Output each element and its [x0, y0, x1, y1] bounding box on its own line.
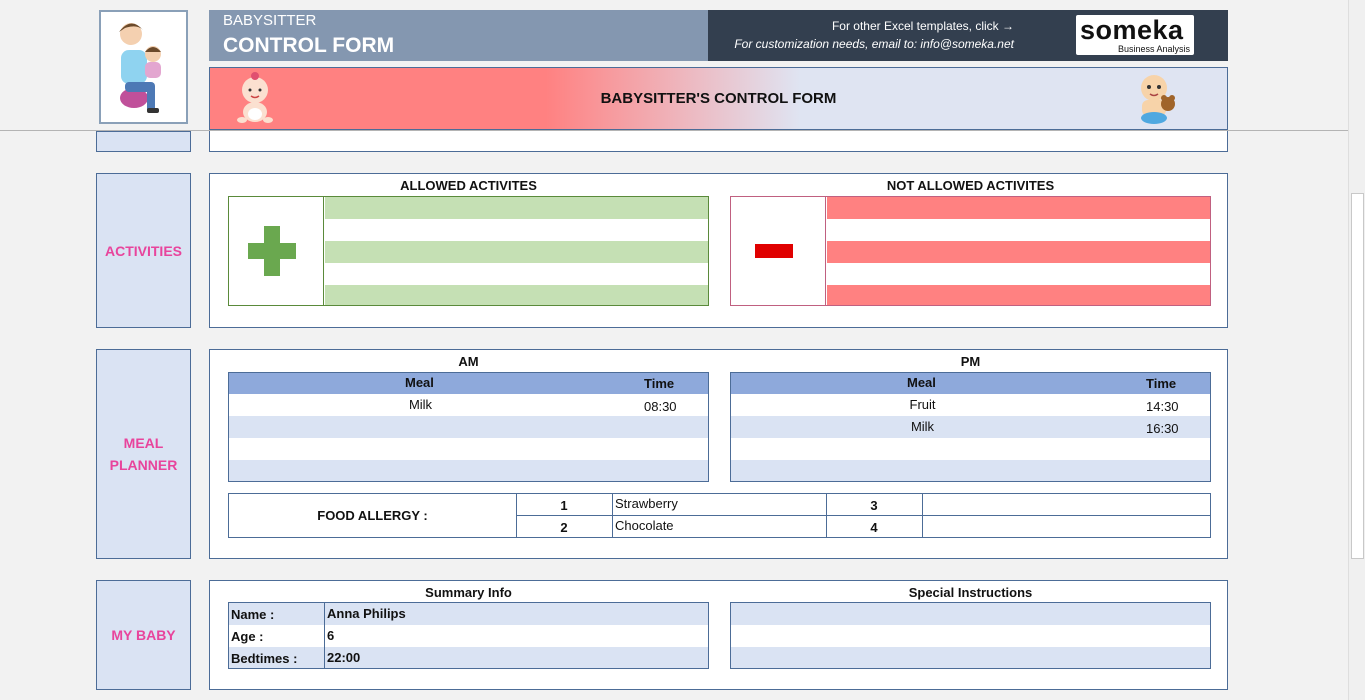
instruction-row[interactable] — [731, 647, 1210, 668]
banner-title: BABYSITTER'S CONTROL FORM — [600, 90, 837, 107]
baby-panel: Summary Info Special Instructions Name :… — [209, 580, 1228, 690]
instruction-row[interactable] — [731, 603, 1210, 625]
not-allowed-row[interactable] — [827, 285, 1210, 305]
table-row: Age : 6 — [229, 625, 708, 647]
pm-table: Meal Time Fruit 14:30 Milk 16:30 — [730, 372, 1211, 482]
baby-side-label: MY BABY — [96, 580, 191, 690]
allergy-item[interactable]: Strawberry — [615, 496, 678, 511]
babysitter-logo — [99, 10, 188, 124]
side-remnant — [96, 131, 191, 152]
allowed-list — [228, 196, 709, 306]
form-banner: BABYSITTER'S CONTROL FORM — [209, 67, 1228, 130]
templates-link[interactable]: For other Excel templates, click → — [832, 19, 1014, 33]
table-row: Name : Anna Philips — [229, 603, 708, 625]
baby-label: MY BABY — [111, 627, 176, 643]
plus-icon — [248, 226, 296, 276]
activities-label: ACTIVITIES — [104, 242, 182, 259]
allergy-num: 2 — [560, 520, 568, 535]
plus-area — [229, 197, 324, 305]
customization-email[interactable]: For customization needs, email to: info@… — [734, 37, 1014, 51]
minus-area — [731, 197, 826, 305]
app-subtitle: BABYSITTER — [223, 12, 317, 29]
allergy-item[interactable]: Chocolate — [615, 518, 674, 533]
allergy-num: 3 — [870, 498, 878, 513]
meal-label-line1: MEAL — [123, 435, 164, 451]
someka-logo[interactable]: someka Business Analysis — [1076, 15, 1194, 55]
instruction-row[interactable] — [731, 625, 1210, 647]
name-label: Name : — [231, 607, 275, 622]
allowed-row[interactable] — [325, 197, 708, 219]
food-allergy-table: FOOD ALLERGY : 1 Strawberry 2 Chocolate … — [228, 493, 1211, 538]
brand-tag: Business Analysis — [1117, 44, 1190, 54]
brand-name: someka — [1080, 15, 1184, 45]
table-row[interactable]: Fruit 14:30 — [731, 394, 1210, 416]
not-allowed-row[interactable] — [827, 197, 1210, 219]
activities-panel: ALLOWED ACTIVITES NOT ALLOWED ACTIVITES — [209, 173, 1228, 328]
age-value[interactable]: 6 — [327, 628, 334, 643]
summary-title: Summary Info — [425, 585, 512, 600]
allowed-title: ALLOWED ACTIVITES — [400, 178, 537, 193]
table-row[interactable] — [731, 460, 1210, 481]
meal-label-line2: PLANNER — [109, 457, 178, 473]
special-title: Special Instructions — [908, 585, 1033, 600]
age-label: Age : — [231, 629, 264, 644]
table-row[interactable]: Milk 16:30 — [731, 416, 1210, 438]
babysitter-illustration-icon — [119, 23, 161, 113]
pm-time-header: Time — [1146, 376, 1177, 391]
app-title-box: BABYSITTER CONTROL FORM — [209, 10, 708, 61]
am-table-header: Meal Time — [229, 373, 708, 394]
allowed-row[interactable] — [325, 241, 708, 263]
table-row[interactable]: Milk 08:30 — [229, 394, 708, 416]
not-allowed-row[interactable] — [827, 219, 1210, 241]
allowed-row[interactable] — [325, 285, 708, 305]
special-instructions-box[interactable] — [730, 602, 1211, 669]
not-allowed-title: NOT ALLOWED ACTIVITES — [886, 178, 1055, 193]
allowed-row[interactable] — [325, 263, 708, 285]
table-row[interactable] — [229, 416, 708, 438]
not-allowed-row[interactable] — [827, 241, 1210, 263]
am-table: Meal Time Milk 08:30 — [228, 372, 709, 482]
table-row[interactable] — [731, 438, 1210, 460]
table-row: Bedtimes : 22:00 — [229, 647, 708, 668]
am-title: AM — [458, 354, 479, 369]
am-time-header: Time — [644, 376, 675, 391]
table-row[interactable] — [229, 460, 708, 481]
pm-meal-header: Meal — [907, 375, 936, 390]
vertical-scrollbar[interactable] — [1348, 0, 1365, 700]
baby-boy-icon — [1141, 75, 1175, 124]
not-allowed-row[interactable] — [827, 263, 1210, 285]
meal-side-label: MEAL PLANNER — [96, 349, 191, 559]
scrollbar-thumb[interactable] — [1351, 193, 1364, 559]
summary-table: Name : Anna Philips Age : 6 Bedtimes : 2… — [228, 602, 709, 669]
allowed-row[interactable] — [325, 219, 708, 241]
panel-remnant — [209, 131, 1228, 152]
allergy-num: 4 — [870, 520, 878, 535]
app-title: CONTROL FORM — [223, 34, 395, 57]
minus-icon — [755, 244, 793, 258]
table-row[interactable] — [229, 438, 708, 460]
name-value[interactable]: Anna Philips — [327, 606, 406, 621]
bedtime-label: Bedtimes : — [231, 651, 298, 666]
pm-table-header: Meal Time — [731, 373, 1210, 394]
activities-side-label: ACTIVITIES — [96, 173, 191, 328]
allergy-num: 1 — [560, 498, 568, 513]
promo-box: For other Excel templates, click → For c… — [708, 10, 1228, 61]
pm-title: PM — [960, 354, 981, 369]
bedtime-value[interactable]: 22:00 — [327, 650, 360, 665]
food-allergy-label: FOOD ALLERGY : — [317, 508, 428, 523]
not-allowed-list — [730, 196, 1211, 306]
am-meal-header: Meal — [405, 375, 434, 390]
meal-panel: AM PM Meal Time Milk 08:30 Meal Time Fru… — [209, 349, 1228, 559]
